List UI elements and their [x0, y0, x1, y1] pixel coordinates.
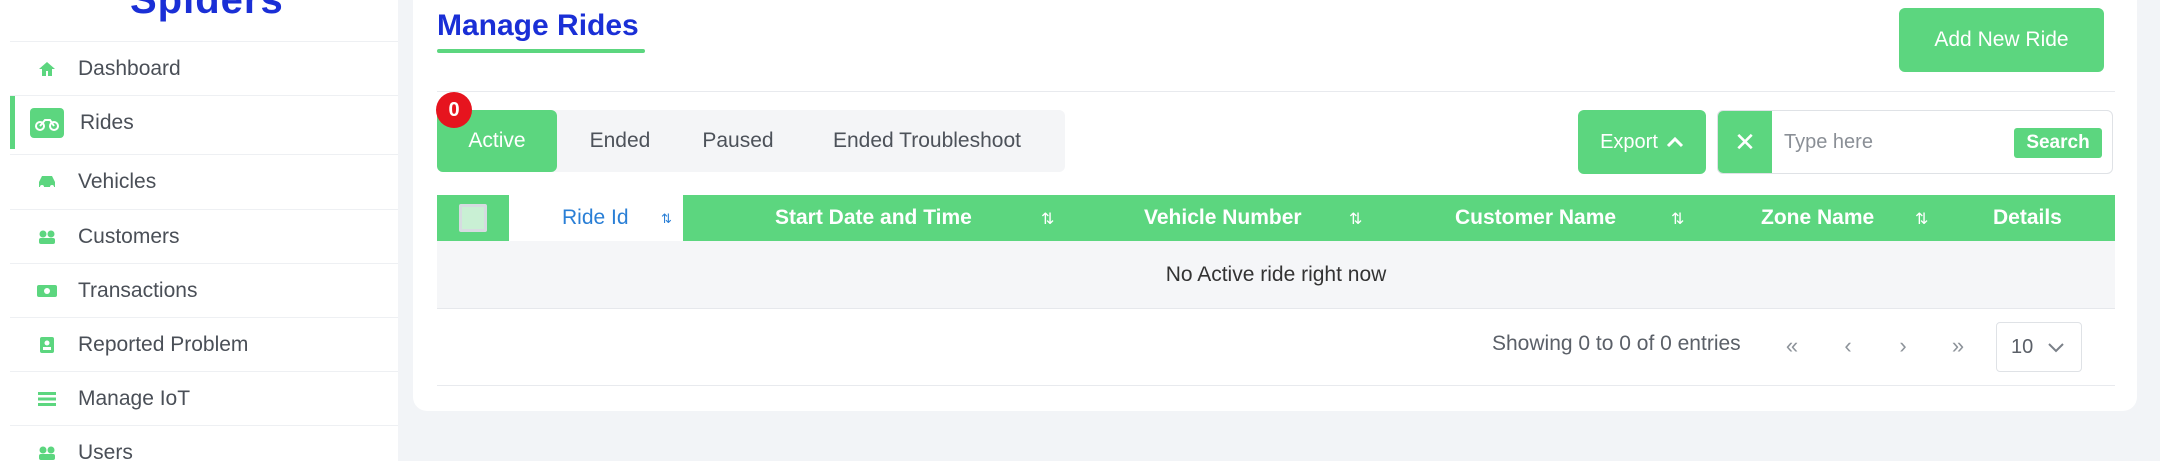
- sidebar-item-reported-problem[interactable]: Reported Problem: [10, 317, 398, 371]
- sidebar-item-customers[interactable]: Customers: [10, 209, 398, 263]
- sidebar-item-rides[interactable]: Rides: [10, 95, 398, 149]
- home-icon: [32, 58, 62, 80]
- money-icon: [32, 280, 62, 302]
- sort-icon[interactable]: ⇅: [1041, 209, 1054, 229]
- last-page-button[interactable]: »: [1940, 328, 1976, 364]
- active-count-badge: 0: [436, 92, 472, 128]
- sidebar-item-label: Users: [78, 440, 133, 461]
- sort-icon[interactable]: ⇅: [661, 211, 672, 227]
- title-underline: [437, 49, 645, 53]
- search-box: ✕ Search: [1717, 110, 2113, 174]
- brand-logo: Spiders: [130, 0, 284, 22]
- sort-icon[interactable]: ⇅: [1915, 209, 1928, 229]
- sidebar-item-label: Customers: [78, 224, 180, 248]
- chevron-down-icon: [2047, 336, 2065, 359]
- sidebar-item-label: Transactions: [78, 278, 198, 302]
- ride-status-tabs: Active Ended Paused Ended Troubleshoot: [437, 110, 1065, 172]
- add-new-ride-button[interactable]: Add New Ride: [1899, 8, 2104, 72]
- table-header: Ride Id ⇅ Start Date and Time ⇅ Vehicle …: [437, 195, 2115, 241]
- per-page-value: 10: [2011, 335, 2034, 358]
- motorbike-icon: [30, 107, 64, 138]
- column-header-customer-name[interactable]: Customer Name: [1455, 195, 1616, 241]
- empty-table-message: No Active ride right now: [437, 241, 2115, 309]
- column-header-vehicle-number[interactable]: Vehicle Number: [1144, 195, 1302, 241]
- select-all-checkbox[interactable]: [459, 204, 487, 232]
- sidebar-item-vehicles[interactable]: Vehicles: [10, 154, 398, 208]
- users-icon: [32, 442, 62, 461]
- close-icon[interactable]: ✕: [1718, 111, 1772, 173]
- page-title: Manage Rides: [437, 9, 639, 42]
- prev-page-button[interactable]: ‹: [1830, 328, 1866, 364]
- sort-icon[interactable]: ⇅: [1671, 209, 1684, 229]
- select-all-cell: [437, 195, 509, 241]
- sidebar-item-label: Manage IoT: [78, 386, 191, 410]
- next-page-button[interactable]: ›: [1885, 328, 1921, 364]
- column-header-details: Details: [1993, 206, 2062, 229]
- sidebar-item-manage-iot[interactable]: Manage IoT: [10, 371, 398, 425]
- tab-paused[interactable]: Paused: [683, 110, 793, 172]
- sidebar-item-transactions[interactable]: Transactions: [10, 263, 398, 317]
- search-button[interactable]: Search: [2014, 128, 2102, 158]
- sidebar-item-users[interactable]: Users: [10, 425, 398, 461]
- tab-ended-troubleshoot[interactable]: Ended Troubleshoot: [803, 110, 1051, 172]
- sidebar: Spiders Dashboard Rides Vehicles Custome…: [0, 0, 398, 461]
- first-page-button[interactable]: «: [1774, 328, 1810, 364]
- tab-ended[interactable]: Ended: [565, 110, 675, 172]
- sidebar-item-label: Rides: [80, 110, 134, 134]
- export-button[interactable]: Export: [1578, 110, 1706, 174]
- report-icon: [32, 334, 62, 356]
- sidebar-item-label: Dashboard: [78, 56, 181, 80]
- chevron-up-icon: [1666, 131, 1684, 154]
- divider: [437, 91, 2115, 92]
- sidebar-item-label: Reported Problem: [78, 332, 249, 356]
- users-icon: [32, 226, 62, 248]
- search-input[interactable]: [1784, 125, 2004, 159]
- divider: [437, 385, 2115, 386]
- column-header-zone-name[interactable]: Zone Name: [1761, 195, 1874, 241]
- sidebar-item-label: Vehicles: [78, 169, 157, 193]
- per-page-select[interactable]: 10: [1996, 322, 2082, 372]
- column-header-start-date[interactable]: Start Date and Time: [775, 195, 972, 241]
- car-icon: [32, 171, 62, 193]
- column-header-ride-id[interactable]: Ride Id: [562, 195, 629, 241]
- list-icon: [32, 388, 62, 410]
- sidebar-item-dashboard[interactable]: Dashboard: [10, 41, 398, 95]
- sort-icon[interactable]: ⇅: [1349, 209, 1362, 229]
- entries-summary: Showing 0 to 0 of 0 entries: [1492, 332, 1741, 355]
- export-label: Export: [1600, 130, 1658, 153]
